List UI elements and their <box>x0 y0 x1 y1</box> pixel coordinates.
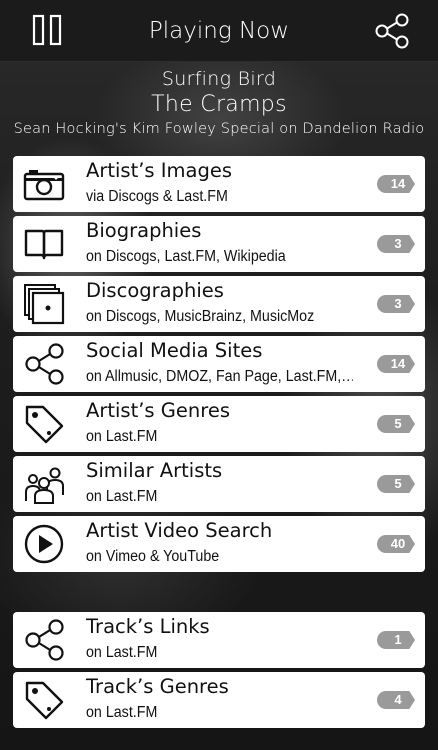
list-item-biographies[interactable]: Biographies on Discogs, Last.FM, Wikiped… <box>13 216 425 272</box>
track-title: Surfing Bird <box>161 68 277 90</box>
item-sublabel: on Discogs, MusicBrainz, MusicMoz <box>86 308 315 325</box>
people-icon <box>23 463 65 505</box>
count-badge: 3 <box>377 295 415 313</box>
play-icon <box>23 523 65 565</box>
item-label: Discographies <box>86 279 224 302</box>
station-name: Sean Hocking's Kim Fowley Special on Dan… <box>13 121 425 137</box>
count-badge: 14 <box>377 355 415 373</box>
artist-name: The Cramps <box>151 92 287 117</box>
item-sublabel: on Last.FM <box>86 488 158 505</box>
share-icon <box>23 619 65 661</box>
list-item-discographies[interactable]: Discographies on Discogs, MusicBrainz, M… <box>13 276 425 332</box>
list-item-artist-images[interactable]: Artist’s Images via Discogs & Last.FM 14 <box>13 156 425 212</box>
page-title: Playing Now <box>148 18 290 44</box>
item-label: Similar Artists <box>86 459 223 482</box>
list-item-artist-video-search[interactable]: Artist Video Search on Vimeo & YouTube 4… <box>13 516 425 572</box>
camera-icon <box>23 163 65 205</box>
list-item-social-media-sites[interactable]: Social Media Sites on Allmusic, DMOZ, Fa… <box>13 336 425 392</box>
item-sublabel: on Last.FM <box>86 704 158 721</box>
count-badge: 14 <box>377 175 415 193</box>
now-playing-info: Surfing Bird The Cramps Sean Hocking's K… <box>0 62 438 137</box>
count-badge: 4 <box>377 691 415 709</box>
list-item-track-genres[interactable]: Track’s Genres on Last.FM 4 <box>13 672 425 728</box>
item-label: Biographies <box>86 219 202 242</box>
item-sublabel: on Vimeo & YouTube <box>86 548 220 565</box>
records-icon <box>23 283 65 325</box>
item-sublabel: on Last.FM <box>86 428 158 445</box>
count-badge: 5 <box>377 475 415 493</box>
item-label: Artist Video Search <box>86 519 273 542</box>
book-icon <box>23 223 65 265</box>
list-item-artist-genres[interactable]: Artist’s Genres on Last.FM 5 <box>13 396 425 452</box>
item-sublabel: via Discogs & Last.FM <box>86 188 228 205</box>
item-label: Track’s Links <box>86 615 210 638</box>
share-button[interactable] <box>374 13 410 49</box>
list-item-track-links[interactable]: Track’s Links on Last.FM 1 <box>13 612 425 668</box>
item-label: Social Media Sites <box>86 339 263 362</box>
list-item-similar-artists[interactable]: Similar Artists on Last.FM 5 <box>13 456 425 512</box>
item-sublabel: on Allmusic, DMOZ, Fan Page, Last.FM,… <box>86 368 353 385</box>
item-sublabel: on Last.FM <box>86 644 158 661</box>
count-badge: 5 <box>377 415 415 433</box>
item-label: Artist’s Genres <box>86 399 230 422</box>
item-sublabel: on Discogs, Last.FM, Wikipedia <box>86 248 286 265</box>
share-icon <box>23 343 65 385</box>
count-badge: 3 <box>377 235 415 253</box>
item-label: Artist’s Images <box>86 159 233 182</box>
count-badge: 1 <box>377 631 415 649</box>
navigation-bar: Playing Now <box>0 0 438 62</box>
tag-icon <box>23 403 65 445</box>
item-label: Track’s Genres <box>86 675 229 698</box>
share-icon <box>375 13 409 49</box>
tag-icon <box>23 679 65 721</box>
count-badge: 40 <box>377 535 415 553</box>
